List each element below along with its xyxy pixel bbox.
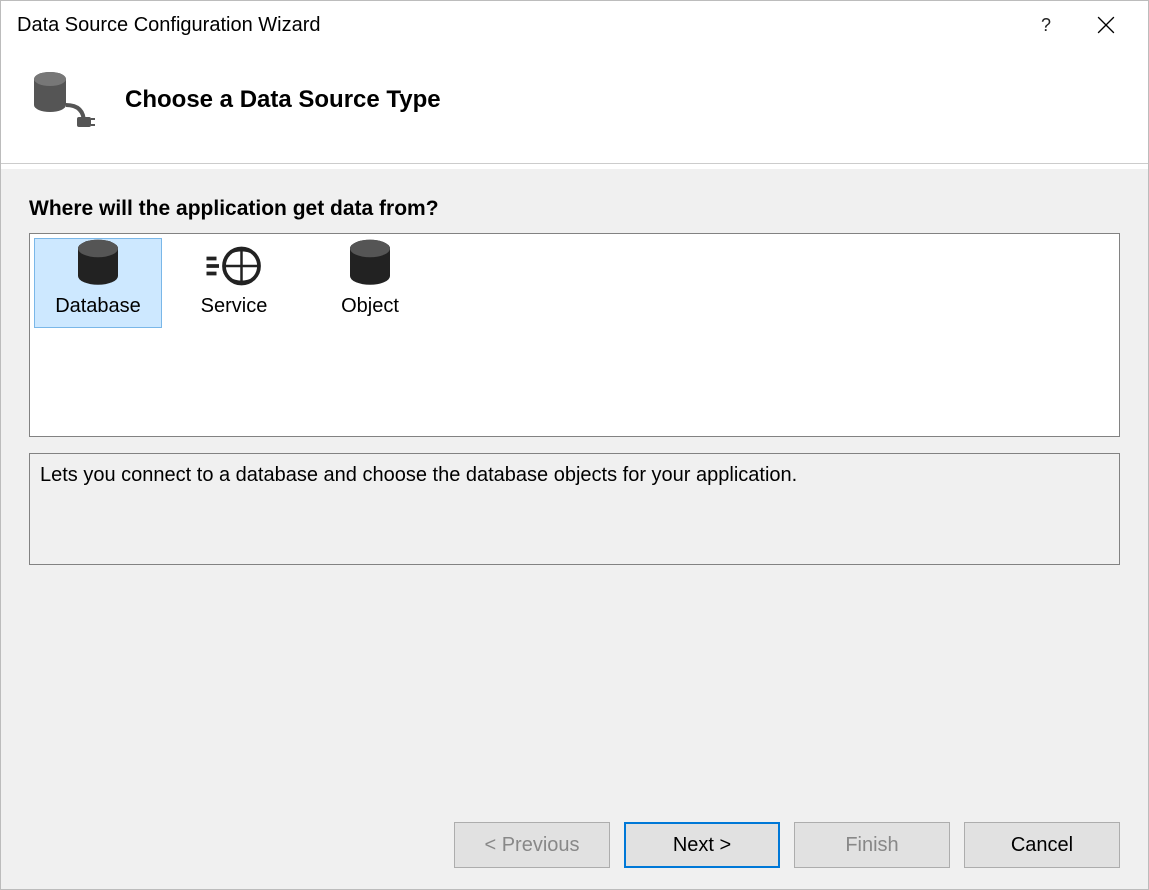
wizard-header-icon [25, 65, 95, 135]
option-label: Database [55, 295, 141, 318]
data-source-question: Where will the application get data from… [29, 197, 1120, 221]
wizard-footer: < Previous Next > Finish Cancel [1, 801, 1148, 889]
close-button[interactable] [1076, 1, 1136, 49]
window-title: Data Source Configuration Wizard [17, 14, 1016, 37]
titlebar: Data Source Configuration Wizard ? [1, 1, 1148, 49]
wizard-body: Where will the application get data from… [1, 169, 1148, 801]
service-icon [204, 241, 264, 291]
database-plug-icon [25, 65, 95, 135]
wizard-step-title: Choose a Data Source Type [125, 86, 441, 114]
option-service[interactable]: Service [170, 238, 298, 328]
data-source-description: Lets you connect to a database and choos… [29, 453, 1120, 565]
option-label: Service [201, 295, 268, 318]
cancel-button[interactable]: Cancel [964, 822, 1120, 868]
database-icon [68, 241, 128, 291]
next-button[interactable]: Next > [624, 822, 780, 868]
wizard-header: Choose a Data Source Type [1, 49, 1148, 164]
close-icon [1097, 16, 1115, 34]
option-label: Object [341, 295, 399, 318]
previous-button[interactable]: < Previous [454, 822, 610, 868]
option-database[interactable]: Database [34, 238, 162, 328]
option-object[interactable]: Object [306, 238, 434, 328]
finish-button[interactable]: Finish [794, 822, 950, 868]
help-button[interactable]: ? [1016, 1, 1076, 49]
data-source-option-list: Database Service [29, 233, 1120, 437]
object-icon [340, 241, 400, 291]
